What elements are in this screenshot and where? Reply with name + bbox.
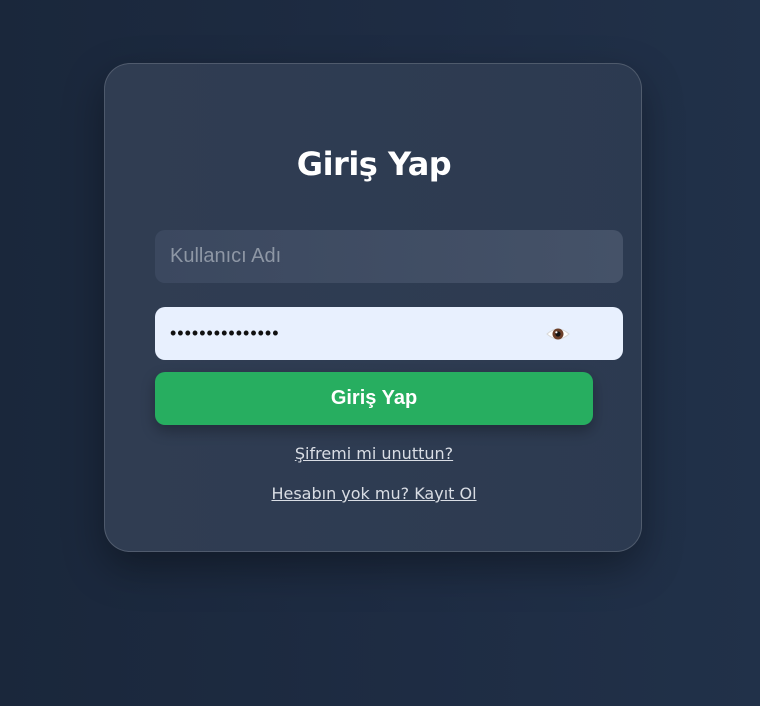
forgot-password-link[interactable]: Şifremi mi unuttun? bbox=[105, 444, 643, 464]
username-input[interactable] bbox=[155, 230, 623, 283]
username-field-wrapper bbox=[155, 230, 623, 283]
eye-icon[interactable] bbox=[545, 321, 571, 347]
login-button[interactable]: Giriş Yap bbox=[155, 372, 593, 425]
password-field-wrapper bbox=[155, 307, 623, 360]
page-title: Giriş Yap bbox=[296, 145, 452, 183]
register-link[interactable]: Hesabın yok mu? Kayıt Ol bbox=[105, 484, 643, 504]
login-card: Giriş Yap Giriş Yap Şifremi mi unuttun? … bbox=[104, 63, 642, 552]
